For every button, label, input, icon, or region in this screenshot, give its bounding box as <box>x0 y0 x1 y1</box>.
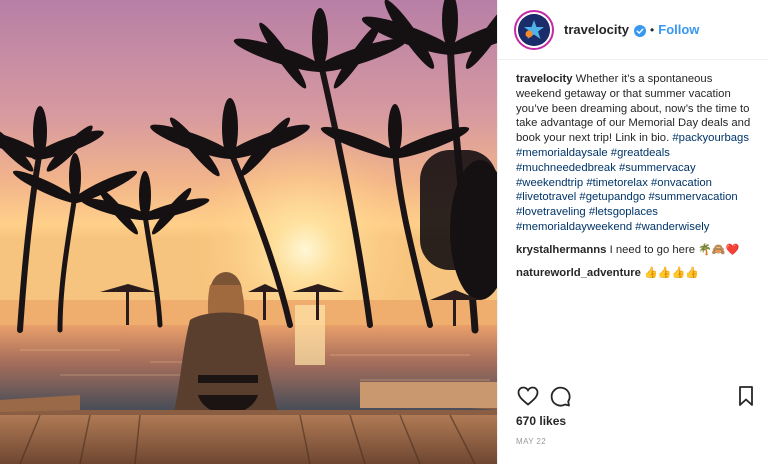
caption: travelocity Whether it’s a spontaneous w… <box>516 72 756 235</box>
comment-emoji: 🌴🙈❤️ <box>698 242 740 256</box>
action-bar <box>514 384 754 410</box>
heart-icon[interactable] <box>516 384 540 408</box>
post-header: travelocity • Follow <box>498 0 768 60</box>
caption-hashtags[interactable]: #packyourbags #memorialdaysale #greatdea… <box>516 132 749 233</box>
header-username[interactable]: travelocity <box>564 22 629 37</box>
caption-username[interactable]: travelocity <box>516 73 573 85</box>
comments-list: travelocity Whether it’s a spontaneous w… <box>516 72 756 280</box>
avatar[interactable] <box>514 9 554 50</box>
comment-text: I need to go here <box>609 243 695 256</box>
bookmark-icon[interactable] <box>734 384 758 408</box>
likes-count[interactable]: 670 likes <box>516 414 566 428</box>
verified-badge-icon <box>634 24 647 37</box>
follow-button[interactable]: Follow <box>658 22 699 37</box>
comment-item: natureworld_adventure 👍👍👍👍 <box>516 266 756 281</box>
comment-item: krystalhermanns I need to go here 🌴🙈❤️ <box>516 243 756 258</box>
post-photo[interactable] <box>0 0 497 464</box>
comment-icon[interactable] <box>548 384 572 408</box>
separator-dot: • <box>650 22 655 37</box>
travelocity-logo-icon <box>518 13 550 46</box>
post-date: MAY 22 <box>516 437 547 446</box>
comment-username[interactable]: natureworld_adventure <box>516 267 641 279</box>
comment-emoji: 👍👍👍👍 <box>644 265 699 279</box>
post-sidebar: travelocity • Follow travelocity Whether… <box>497 0 768 464</box>
comment-username[interactable]: krystalhermanns <box>516 244 606 256</box>
